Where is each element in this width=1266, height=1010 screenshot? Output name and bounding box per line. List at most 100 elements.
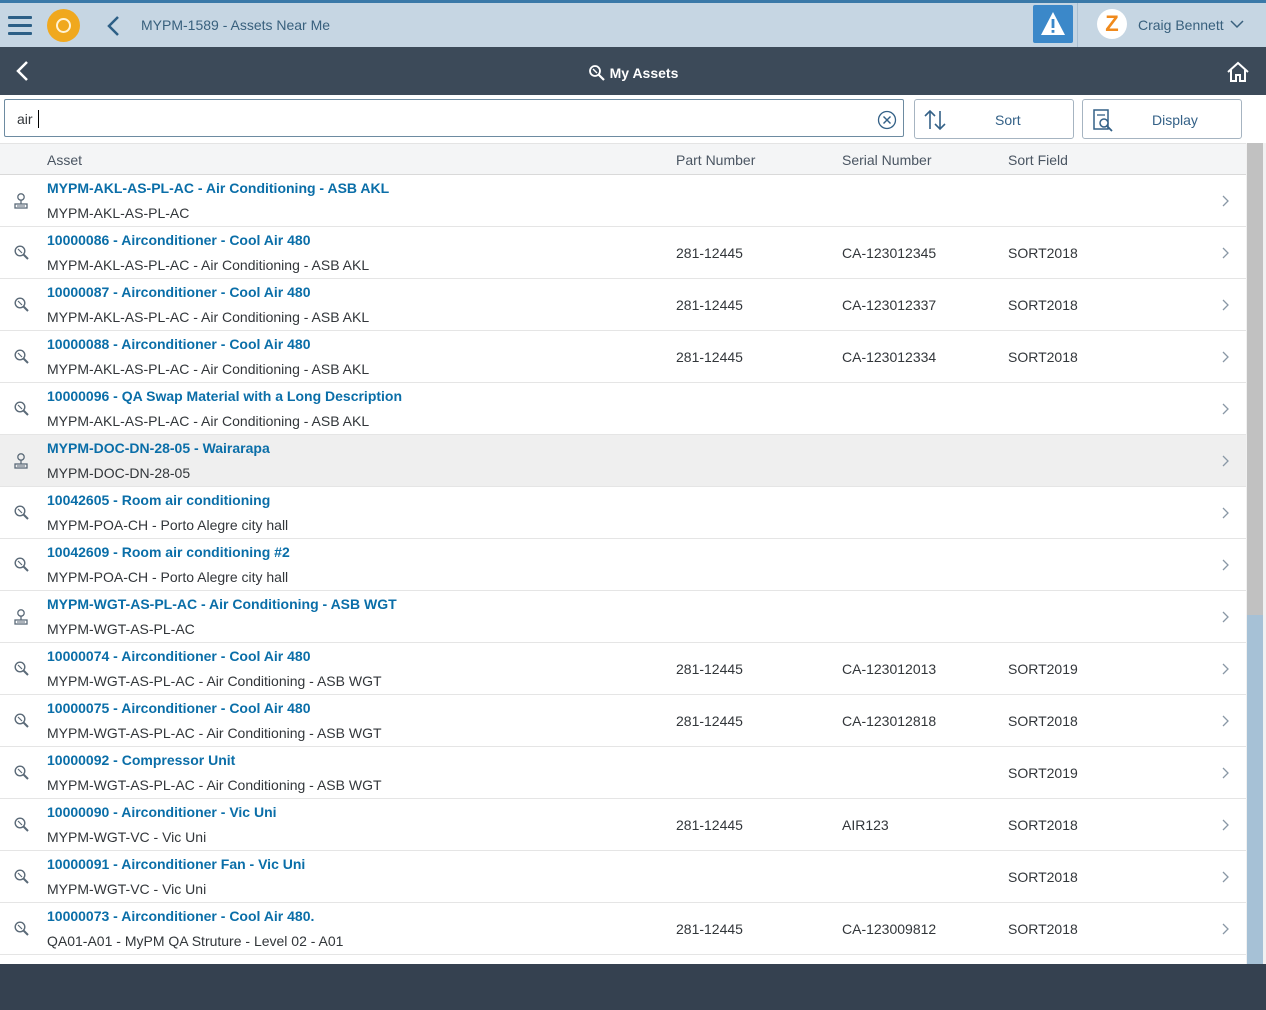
scrollbar-track-lower [1247, 615, 1263, 964]
list-item[interactable]: 10000090 - Airconditioner - Vic Uni MYPM-… [0, 799, 1246, 851]
asset-search-icon [14, 869, 29, 884]
menu-icon[interactable] [8, 16, 32, 36]
asset-subtitle: MYPM-WGT-VC - Vic Uni [47, 829, 207, 845]
sort-field: SORT2018 [1008, 297, 1078, 313]
asset-list: MYPM-AKL-AS-PL-AC - Air Conditioning - A… [0, 175, 1246, 964]
asset-search-icon [14, 349, 29, 364]
clear-search-icon[interactable] [877, 110, 897, 130]
chevron-right-icon [1222, 559, 1229, 571]
sort-button[interactable]: Sort [914, 99, 1074, 139]
home-button[interactable] [1226, 61, 1250, 86]
alert-button[interactable] [1033, 5, 1073, 43]
list-item[interactable]: MYPM-DOC-DN-28-05 - Wairarapa MYPM-DOC-DN… [0, 435, 1246, 487]
asset-subtitle: MYPM-WGT-AS-PL-AC - Air Conditioning - A… [47, 673, 382, 689]
asset-subtitle: MYPM-AKL-AS-PL-AC [47, 205, 190, 221]
chevron-right-icon [1222, 507, 1229, 519]
column-header-asset[interactable]: Asset [47, 152, 82, 168]
column-header-part-number[interactable]: Part Number [676, 152, 755, 168]
part-number: 281-12445 [676, 661, 743, 677]
chevron-right-icon [1222, 663, 1229, 675]
asset-title-link[interactable]: MYPM-DOC-DN-28-05 - Wairarapa [47, 440, 270, 456]
part-number: 281-12445 [676, 921, 743, 937]
asset-title-link[interactable]: 10000073 - Airconditioner - Cool Air 480… [47, 908, 314, 924]
asset-search-icon [14, 817, 29, 832]
part-number: 281-12445 [676, 245, 743, 261]
asset-title-link[interactable]: 10042605 - Room air conditioning [47, 492, 270, 508]
asset-title-link[interactable]: MYPM-WGT-AS-PL-AC - Air Conditioning - A… [47, 596, 397, 612]
asset-subtitle: MYPM-AKL-AS-PL-AC - Air Conditioning - A… [47, 257, 370, 273]
sort-field: SORT2018 [1008, 713, 1078, 729]
home-icon [1227, 61, 1249, 82]
screen-title-text: My Assets [609, 65, 679, 81]
asset-title-link[interactable]: 10000088 - Airconditioner - Cool Air 480 [47, 336, 311, 352]
chevron-right-icon [1222, 299, 1229, 311]
serial-number: CA-123012334 [842, 349, 937, 365]
asset-search-icon [14, 921, 29, 936]
list-item[interactable]: 10000091 - Airconditioner Fan - Vic Uni M… [0, 851, 1246, 903]
asset-subtitle: MYPM-POA-CH - Porto Alegre city hall [47, 569, 289, 585]
search-box[interactable] [4, 99, 904, 137]
list-item[interactable]: 10000075 - Airconditioner - Cool Air 480… [0, 695, 1246, 747]
display-label: Display [1152, 112, 1198, 128]
toolbar: Sort Display [0, 95, 1266, 143]
asset-title-link[interactable]: 10000090 - Airconditioner - Vic Uni [47, 804, 277, 820]
column-header-sort-field[interactable]: Sort Field [1008, 152, 1068, 168]
asset-title-link[interactable]: 10042609 - Room air conditioning #2 [47, 544, 290, 560]
column-header-serial-number[interactable]: Serial Number [842, 152, 931, 168]
sort-field: SORT2018 [1008, 349, 1078, 365]
list-item[interactable]: 10000073 - Airconditioner - Cool Air 480… [0, 903, 1246, 955]
sort-field: SORT2019 [1008, 765, 1078, 781]
part-number: 281-12445 [676, 713, 743, 729]
chevron-right-icon [1222, 871, 1229, 883]
avatar: Z [1097, 9, 1127, 39]
asset-title-link[interactable]: 10000087 - Airconditioner - Cool Air 480 [47, 284, 311, 300]
list-item[interactable]: 10042609 - Room air conditioning #2 MYPM-… [0, 539, 1246, 591]
text-caret [38, 110, 39, 128]
asset-title-link[interactable]: 10000091 - Airconditioner Fan - Vic Uni [47, 856, 305, 872]
chevron-right-icon [1222, 923, 1229, 935]
chevron-right-icon [1222, 455, 1229, 467]
asset-title-link[interactable]: 10000096 - QA Swap Material with a Long … [47, 388, 402, 404]
asset-title-link[interactable]: 10000074 - Airconditioner - Cool Air 480 [47, 648, 311, 664]
serial-number: AIR123 [842, 817, 889, 833]
scrollbar[interactable] [1246, 143, 1266, 964]
asset-title-link[interactable]: MYPM-AKL-AS-PL-AC - Air Conditioning - A… [47, 180, 389, 196]
asset-title-link[interactable]: 10000086 - Airconditioner - Cool Air 480 [47, 232, 311, 248]
list-item[interactable]: 10042605 - Room air conditioning MYPM-POA… [0, 487, 1246, 539]
serial-number: CA-123012337 [842, 297, 937, 313]
asset-title-link[interactable]: 10000092 - Compressor Unit [47, 752, 235, 768]
list-item[interactable]: 10000088 - Airconditioner - Cool Air 480… [0, 331, 1246, 383]
asset-title-link[interactable]: 10000075 - Airconditioner - Cool Air 480 [47, 700, 311, 716]
chevron-right-icon [1222, 767, 1229, 779]
asset-subtitle: MYPM-AKL-AS-PL-AC - Air Conditioning - A… [47, 361, 370, 377]
list-item[interactable]: 10000087 - Airconditioner - Cool Air 480… [0, 279, 1246, 331]
chevron-down-icon [1230, 20, 1244, 29]
list-item[interactable]: 10000086 - Airconditioner - Cool Air 480… [0, 227, 1246, 279]
user-menu[interactable]: Z Craig Bennett [1077, 3, 1266, 47]
search-input[interactable] [17, 108, 857, 130]
list-item[interactable]: 10000096 - QA Swap Material with a Long … [0, 383, 1246, 435]
asset-subtitle: MYPM-WGT-AS-PL-AC - Air Conditioning - A… [47, 725, 382, 741]
list-item[interactable]: MYPM-WGT-AS-PL-AC - Air Conditioning - A… [0, 591, 1246, 643]
chevron-right-icon [1222, 715, 1229, 727]
chevron-right-icon [1222, 195, 1229, 207]
serial-number: CA-123012013 [842, 661, 937, 677]
chevron-right-icon [1222, 819, 1229, 831]
serial-number: CA-123012345 [842, 245, 937, 261]
scrollbar-thumb[interactable] [1247, 143, 1263, 615]
asset-search-icon [14, 661, 29, 676]
part-number: 281-12445 [676, 349, 743, 365]
asset-subtitle: MYPM-WGT-AS-PL-AC - Air Conditioning - A… [47, 777, 382, 793]
asset-search-icon [14, 401, 29, 416]
list-item[interactable]: 10000074 - Airconditioner - Cool Air 480… [0, 643, 1246, 695]
display-button[interactable]: Display [1082, 99, 1242, 139]
list-item[interactable]: 10000092 - Compressor Unit MYPM-WGT-AS-PL… [0, 747, 1246, 799]
app-logo-icon[interactable] [47, 9, 80, 42]
asset-search-icon [14, 765, 29, 780]
search-asset-icon [588, 65, 605, 81]
serial-number: CA-123012818 [842, 713, 937, 729]
back-arrow-icon[interactable] [103, 13, 125, 39]
location-icon [14, 453, 28, 469]
list-item[interactable]: MYPM-AKL-AS-PL-AC - Air Conditioning - A… [0, 175, 1246, 227]
footer-bar [0, 964, 1266, 1010]
